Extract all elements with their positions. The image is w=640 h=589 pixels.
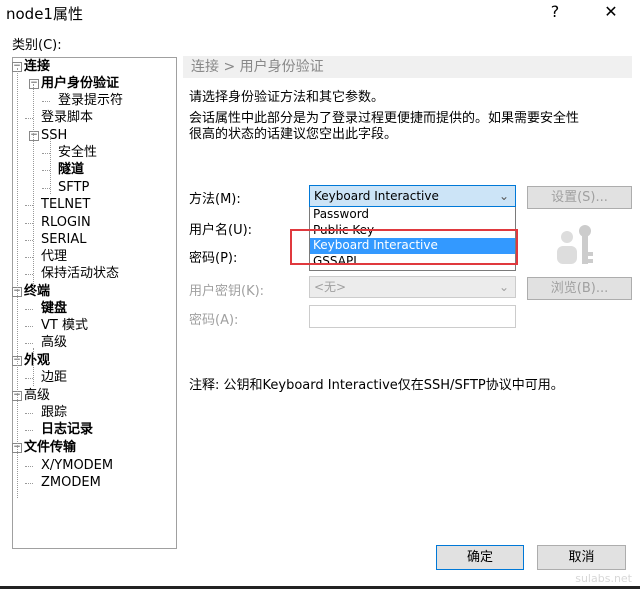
chevron-down-icon: ⌄ [498,189,509,203]
tree-item[interactable]: 外观 [24,353,50,369]
method-option[interactable]: Password [310,207,515,223]
tree-item[interactable]: SSH [41,128,67,144]
tree-connector [25,483,33,484]
chevron-down-icon: ⌄ [498,280,509,294]
tree-connector [25,274,33,275]
passphrase-input[interactable] [309,305,516,328]
tree-connector [42,170,50,171]
tree-item[interactable]: 跟踪 [41,405,67,421]
category-tree[interactable]: − 连接 − 用户身份验证 登录提示符 登录脚本 − SSH 安全性 隧道 SFTP TELNET RL… [12,57,177,549]
tree-item[interactable]: 隧道 [58,162,84,178]
tree-item[interactable]: X/YMODEM [41,458,113,474]
tree-item[interactable]: 安全性 [58,145,97,161]
passphrase-label: 密码(A): [189,313,239,328]
tree-connector [25,430,33,431]
method-select[interactable]: Keyboard Interactive ⌄ [309,185,516,207]
method-label: 方法(M): [189,192,241,207]
collapse-icon[interactable]: − [29,79,39,89]
tree-item[interactable]: SERIAL [41,232,86,248]
tree-connector [42,153,50,154]
collapse-icon[interactable]: − [29,131,39,141]
watermark: sulabs.net [575,572,632,585]
method-value: Keyboard Interactive [314,189,439,203]
close-button[interactable]: ✕ [596,2,626,21]
tree-connector [33,348,34,386]
tree-connector [25,343,33,344]
tree-connector [25,240,33,241]
tree-item[interactable]: 边距 [41,370,67,386]
tree-connector [42,101,50,102]
tree-connector [50,136,51,194]
tree-item[interactable]: 用户身份验证 [41,76,119,92]
tree-item[interactable]: TELNET [41,197,90,213]
tree-item[interactable]: 终端 [24,284,50,300]
help-button[interactable]: ? [540,2,570,21]
tree-connector [25,223,33,224]
tree-connector [17,68,18,498]
tree-item[interactable]: 键盘 [41,301,67,317]
password-label: 密码(P): [189,251,238,266]
tree-item[interactable]: RLOGIN [41,215,91,231]
category-label: 类别(C): [12,38,62,53]
browse-button[interactable]: 浏览(B)... [527,277,632,300]
tree-connector [25,326,33,327]
tree-item[interactable]: 登录提示符 [58,93,123,109]
user-key-icon [557,225,593,264]
username-label: 用户名(U): [189,223,253,238]
tree-connector [25,257,33,258]
tree-connector [25,378,33,379]
tree-item[interactable]: 登录脚本 [41,110,93,126]
userkey-value: <无> [314,280,347,294]
settings-button[interactable]: 设置(S)... [527,186,632,209]
tree-item[interactable]: 高级 [41,335,67,351]
tree-connector [25,118,33,119]
note-text: 注释: 公钥和Keyboard Interactive仅在SSH/SFTP协议中… [189,378,564,393]
tree-connector [42,188,50,189]
annotation-highlight-box [290,229,518,265]
intro-text: 请选择身份验证方法和其它参数。 [189,90,385,105]
userkey-label: 用户密钥(K): [189,284,265,299]
tree-item[interactable]: SFTP [58,180,89,196]
cancel-button[interactable]: 取消 [537,545,626,570]
window-title: node1属性 [6,5,83,23]
tree-item[interactable]: 日志记录 [41,422,93,438]
tree-connector [25,466,33,467]
tree-connector [25,413,33,414]
tree-item[interactable]: 高级 [24,388,50,404]
tree-connector [33,84,34,294]
description-line-2: 很高的状态的话建议您空出此字段。 [189,127,398,142]
tree-item[interactable]: 保持活动状态 [41,266,119,282]
tree-item[interactable]: 代理 [41,249,67,265]
tree-item[interactable]: 文件传输 [24,440,76,456]
ok-button[interactable]: 确定 [436,545,524,570]
tree-item[interactable]: VT 模式 [41,318,88,334]
userkey-select[interactable]: <无> ⌄ [309,276,516,298]
tree-item[interactable]: ZMODEM [41,475,101,491]
breadcrumb: 连接 > 用户身份验证 [183,56,632,78]
tree-item[interactable]: 连接 [24,59,50,75]
tree-connector [25,205,33,206]
tree-connector [25,309,33,310]
